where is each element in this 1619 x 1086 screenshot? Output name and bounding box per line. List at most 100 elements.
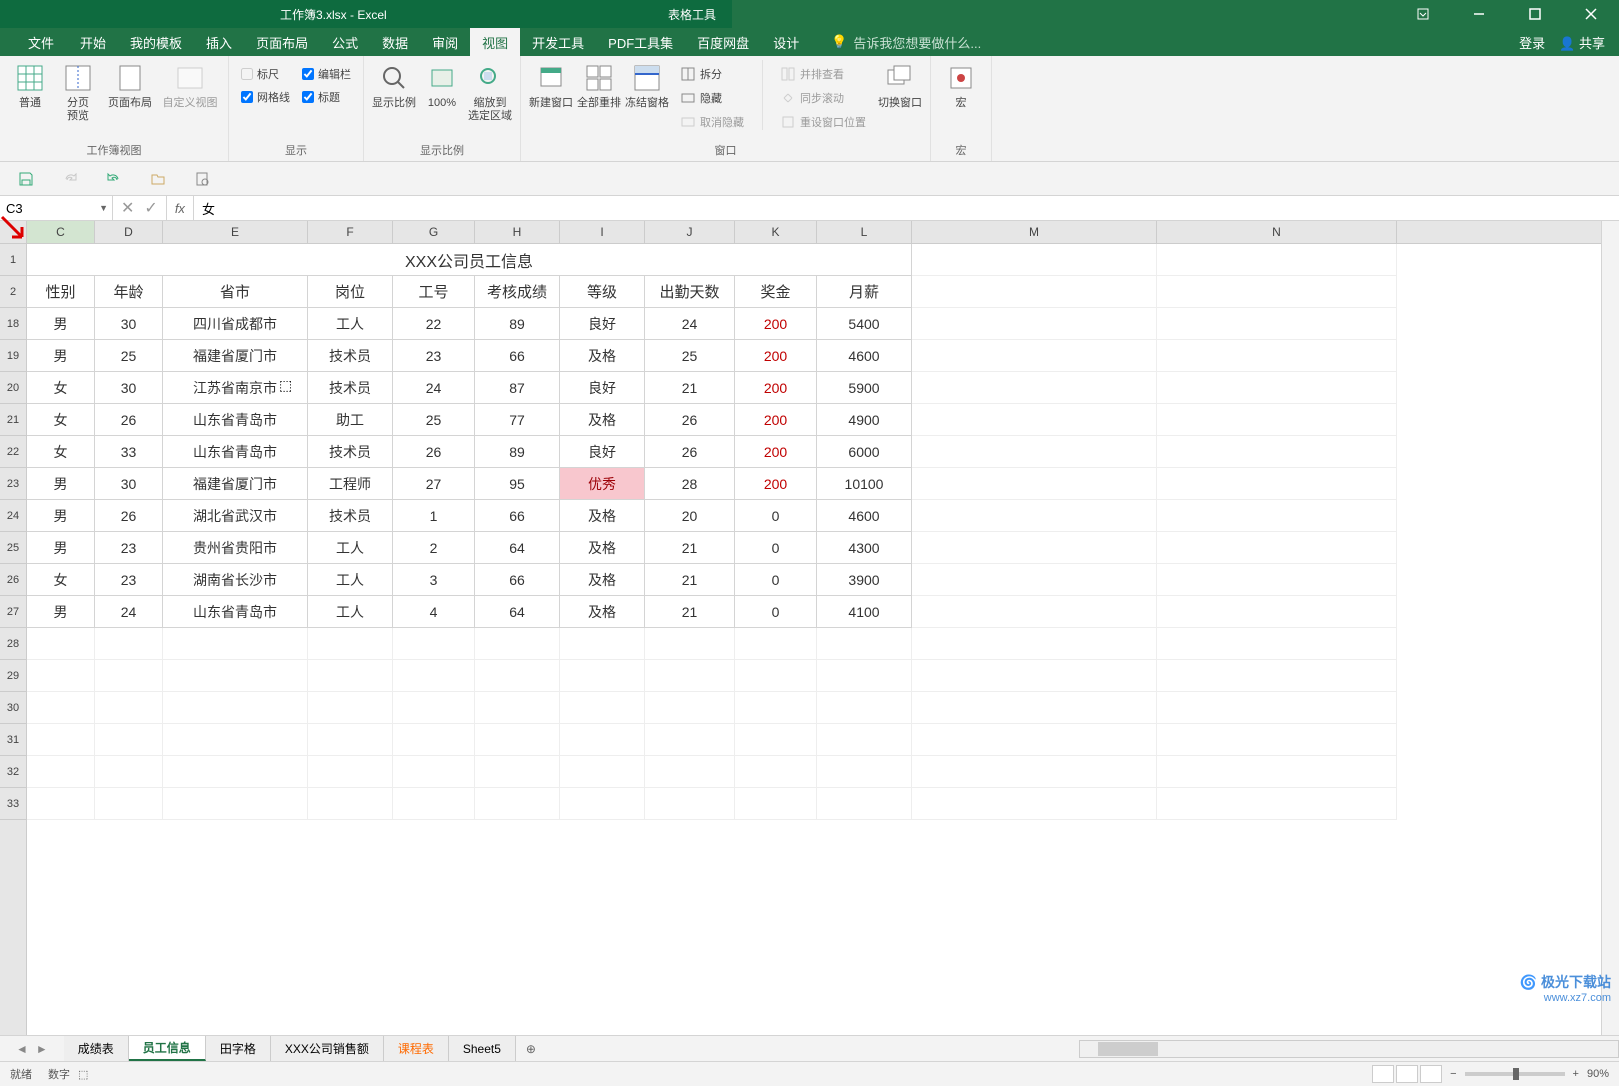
print-preview-button[interactable] (192, 169, 212, 189)
cell[interactable]: 30 (95, 372, 163, 404)
unhide-button[interactable]: 取消隐藏 (677, 112, 748, 132)
cell[interactable]: 24 (645, 308, 735, 340)
cell[interactable] (1157, 532, 1397, 564)
share-button[interactable]: 👤 共享 (1559, 33, 1605, 52)
cell[interactable]: 21 (645, 532, 735, 564)
cell[interactable] (95, 788, 163, 820)
cell[interactable]: 33 (95, 436, 163, 468)
cell[interactable]: 0 (735, 564, 817, 596)
cell[interactable]: 66 (475, 564, 560, 596)
cell[interactable] (393, 724, 475, 756)
tell-me-search[interactable]: 💡 告诉我您想要做什么... (831, 33, 981, 52)
cell[interactable]: 4100 (817, 596, 912, 628)
cell[interactable]: 山东省青岛市 (163, 404, 308, 436)
cell[interactable]: 66 (475, 340, 560, 372)
cell[interactable]: 66 (475, 500, 560, 532)
cell[interactable] (912, 756, 1157, 788)
cell[interactable]: 6000 (817, 436, 912, 468)
column-header-F[interactable]: F (308, 221, 393, 243)
cell[interactable]: 22 (393, 308, 475, 340)
cell[interactable]: 4300 (817, 532, 912, 564)
cell[interactable]: 男 (27, 500, 95, 532)
cell[interactable]: 贵州省贵阳市 (163, 532, 308, 564)
hide-button[interactable]: 隐藏 (677, 88, 748, 108)
tab-review[interactable]: 审阅 (420, 28, 470, 56)
cell[interactable] (163, 692, 308, 724)
tab-insert[interactable]: 插入 (194, 28, 244, 56)
cell[interactable] (1157, 308, 1397, 340)
cell[interactable] (912, 532, 1157, 564)
cell[interactable] (817, 756, 912, 788)
close-button[interactable] (1571, 0, 1611, 28)
cell[interactable] (475, 692, 560, 724)
cell[interactable] (163, 756, 308, 788)
cell[interactable] (27, 692, 95, 724)
cell[interactable]: 福建省厦门市 (163, 468, 308, 500)
cell[interactable] (645, 628, 735, 660)
cell[interactable]: 24 (393, 372, 475, 404)
macros-button[interactable]: 宏 (939, 60, 983, 110)
table-header[interactable]: 工号 (393, 276, 475, 308)
cell[interactable]: 89 (475, 308, 560, 340)
cell[interactable] (27, 756, 95, 788)
cell[interactable] (912, 308, 1157, 340)
cell[interactable]: 女 (27, 436, 95, 468)
cell[interactable]: 30 (95, 308, 163, 340)
column-header-K[interactable]: K (735, 221, 817, 243)
cell[interactable]: 23 (95, 532, 163, 564)
cell[interactable] (735, 756, 817, 788)
tab-templates[interactable]: 我的模板 (118, 28, 194, 56)
column-header-I[interactable]: I (560, 221, 645, 243)
page-break-status-button[interactable] (1420, 1065, 1442, 1083)
cell[interactable]: 技术员 (308, 372, 393, 404)
cell[interactable]: 21 (645, 596, 735, 628)
cell[interactable]: 男 (27, 340, 95, 372)
cell[interactable] (912, 276, 1157, 308)
minimize-button[interactable] (1459, 0, 1499, 28)
cell[interactable]: 4600 (817, 340, 912, 372)
page-layout-button[interactable]: 页面布局 (104, 60, 156, 110)
column-header-J[interactable]: J (645, 221, 735, 243)
custom-view-button[interactable]: 自定义视图 (160, 60, 220, 110)
cell[interactable] (817, 692, 912, 724)
page-layout-status-button[interactable] (1396, 1065, 1418, 1083)
cell[interactable] (1157, 372, 1397, 404)
new-window-button[interactable]: 新建窗口 (529, 60, 573, 110)
cell[interactable]: 21 (645, 372, 735, 404)
cell[interactable] (27, 660, 95, 692)
save-button[interactable] (16, 169, 36, 189)
cell[interactable] (1157, 340, 1397, 372)
cell[interactable] (1157, 724, 1397, 756)
cell[interactable]: 95 (475, 468, 560, 500)
cell[interactable]: 30 (95, 468, 163, 500)
cell[interactable] (1157, 660, 1397, 692)
cell[interactable]: 23 (95, 564, 163, 596)
cell[interactable]: 5900 (817, 372, 912, 404)
confirm-formula-icon[interactable]: ✓ (144, 198, 157, 218)
maximize-button[interactable] (1515, 0, 1555, 28)
cell[interactable] (308, 756, 393, 788)
add-sheet-button[interactable]: ⊕ (516, 1042, 546, 1056)
cell[interactable] (912, 692, 1157, 724)
cell[interactable]: 1 (393, 500, 475, 532)
table-title[interactable]: XXX公司员工信息 (27, 244, 912, 276)
column-header-H[interactable]: H (475, 221, 560, 243)
cell[interactable]: 工人 (308, 308, 393, 340)
cell[interactable] (1157, 436, 1397, 468)
cell[interactable]: 及格 (560, 404, 645, 436)
zoom-100-button[interactable]: 100% (420, 60, 464, 110)
cell[interactable] (95, 628, 163, 660)
zoom-slider[interactable] (1465, 1072, 1565, 1076)
cell[interactable]: 200 (735, 308, 817, 340)
freeze-panes-button[interactable]: 冻结窗格 (625, 60, 669, 110)
cell[interactable]: 四川省成都市 (163, 308, 308, 340)
cell[interactable] (393, 756, 475, 788)
row-header-20[interactable]: 20 (0, 372, 26, 404)
cell[interactable]: 技术员 (308, 500, 393, 532)
cell[interactable]: 良好 (560, 436, 645, 468)
cell[interactable]: 工人 (308, 564, 393, 596)
cell[interactable] (95, 756, 163, 788)
cell[interactable] (912, 724, 1157, 756)
cell[interactable] (1157, 788, 1397, 820)
cell[interactable]: 良好 (560, 372, 645, 404)
